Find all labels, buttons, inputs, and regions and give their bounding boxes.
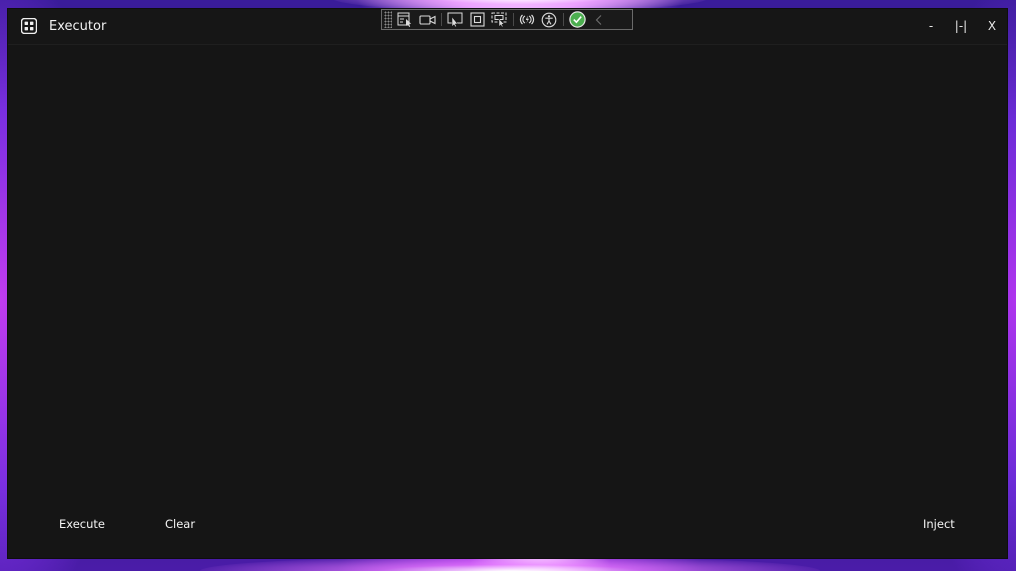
focus-box-icon[interactable] bbox=[468, 11, 486, 28]
toolbar-grip[interactable] bbox=[384, 11, 392, 28]
script-editor[interactable] bbox=[8, 45, 1007, 505]
clear-button[interactable]: Clear bbox=[165, 516, 195, 532]
accessibility-icon[interactable] bbox=[540, 11, 558, 28]
window-title: Executor bbox=[49, 19, 107, 34]
hot-reload-icon[interactable] bbox=[518, 11, 536, 28]
debug-toolbar bbox=[381, 9, 633, 30]
minimize-button[interactable]: - bbox=[919, 18, 943, 34]
app-grid-icon bbox=[20, 17, 38, 35]
select-element-icon[interactable] bbox=[396, 11, 414, 28]
executor-window: Executor - |-| X Execute Clear Inject bbox=[8, 9, 1007, 558]
status-check-icon[interactable] bbox=[568, 11, 586, 28]
wallpaper-glow-bottom bbox=[200, 556, 820, 571]
record-video-icon[interactable] bbox=[418, 11, 436, 28]
toolbar-divider bbox=[441, 13, 442, 26]
collapse-chevron-icon[interactable] bbox=[590, 11, 608, 28]
toolbar-divider bbox=[513, 13, 514, 26]
inject-button[interactable]: Inject bbox=[923, 516, 955, 532]
close-button[interactable]: X bbox=[980, 18, 1004, 34]
display-layout-icon[interactable] bbox=[490, 11, 508, 28]
maximize-button[interactable]: |-| bbox=[949, 18, 973, 34]
toolbar-divider bbox=[563, 13, 564, 26]
execute-button[interactable]: Execute bbox=[59, 516, 105, 532]
pointer-select-icon[interactable] bbox=[446, 11, 464, 28]
